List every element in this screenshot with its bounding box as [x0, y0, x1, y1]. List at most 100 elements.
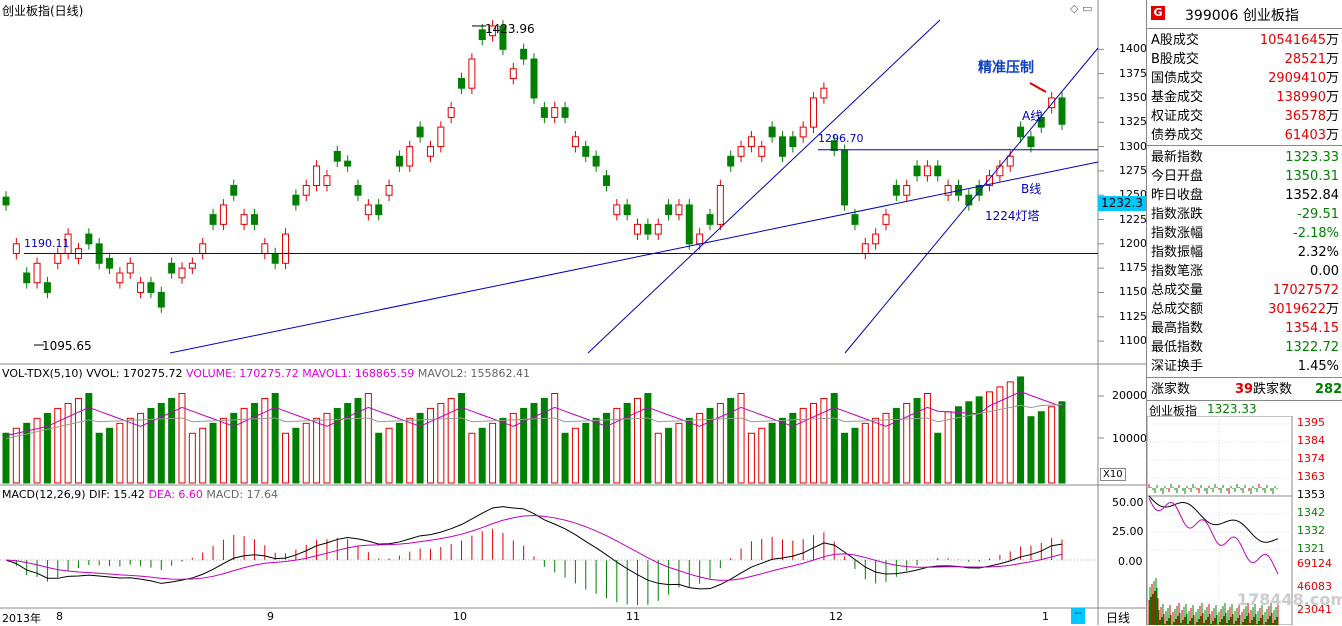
volume-bar [592, 417, 600, 484]
index-code-name: 399006 创业板指 [1185, 8, 1299, 24]
mini-vol-axis-label: 69124 [1297, 557, 1332, 570]
row-label: 债券成交 [1151, 128, 1204, 143]
row-value: 3019622万 [1268, 302, 1339, 317]
macd-name: MACD(12,26,9) [2, 488, 86, 501]
candle-body [996, 165, 1004, 177]
row-label: 基金成交 [1151, 90, 1204, 105]
chart-ctrl-icon[interactable]: ◇ ▭ [1070, 2, 1092, 15]
candle-body [354, 184, 362, 196]
row-value: -2.18% [1293, 226, 1339, 241]
vol-vvol: VVOL: 170275.72 [86, 367, 183, 380]
index-row: 指数涨幅 -2.18% [1147, 224, 1342, 243]
row-value: 61403万 [1284, 128, 1339, 143]
row-value: 138990万 [1276, 90, 1339, 105]
volume-bar [106, 427, 114, 484]
candle-body [551, 107, 559, 118]
volume-bar [302, 422, 310, 484]
candle-body [685, 204, 693, 245]
volume-bar [582, 422, 590, 484]
annotation-b-line: B线 [1021, 182, 1042, 196]
row-label: 最新指数 [1151, 150, 1204, 165]
volume-bar [499, 417, 507, 484]
volume-bar [882, 412, 890, 484]
index-row: 昨日收盘 1352.84 [1147, 186, 1342, 205]
candle-body [385, 184, 393, 196]
candle-body [333, 150, 341, 162]
candle-body [468, 58, 476, 89]
candle-body [851, 214, 859, 225]
index-row: 总成交量 17027572 [1147, 281, 1342, 300]
candle-body [861, 243, 869, 255]
candle-body [302, 184, 310, 196]
period-label[interactable]: 日线 [1106, 609, 1130, 626]
vol-name: VOL-TDX(5,10) [2, 367, 83, 380]
candle-body [841, 149, 849, 206]
volume-bar [665, 427, 673, 484]
price-axis-label: 1400 [1119, 42, 1147, 56]
time-axis-cursor[interactable]: -- [1071, 608, 1085, 624]
price-axis-label: 1175 [1119, 261, 1147, 275]
annotation-high: 1423.96 [485, 22, 535, 36]
candle-body [375, 204, 383, 216]
row-label: 指数振幅 [1151, 245, 1204, 260]
annotation-low: 1095.65 [42, 339, 92, 353]
candle-body [271, 253, 279, 264]
volume-bar [789, 412, 797, 484]
row-label: 昨日收盘 [1151, 188, 1204, 203]
candle-body [2, 196, 10, 206]
volume-bar [861, 422, 869, 484]
candle-body [1006, 155, 1014, 167]
candle-body [23, 272, 31, 284]
breadth-row: 涨家数 39 跌家数 282 [1147, 380, 1342, 399]
candle-body [261, 243, 269, 255]
volume-bar [23, 422, 31, 484]
volume-bar [323, 412, 331, 484]
volume-bar [43, 412, 51, 484]
turnover-row: 基金成交 138990万 [1147, 88, 1342, 107]
volume-bar [851, 427, 859, 484]
candle-body [571, 136, 579, 148]
candle-body [323, 175, 331, 186]
row-value: 28521万 [1284, 52, 1339, 67]
candle-body [892, 184, 900, 196]
macd-axis-50: 50.00 [1112, 496, 1144, 509]
volume-bar [406, 417, 414, 484]
row-value: 1354.15 [1285, 321, 1339, 336]
vol-mavol2: MAVOL2: 155862.41 [417, 367, 531, 380]
candle-body [696, 233, 704, 245]
row-label: 总成交额 [1151, 302, 1204, 317]
candle-body [592, 155, 600, 167]
volume-bar [395, 422, 403, 484]
index-row: 指数振幅 2.32% [1147, 243, 1342, 262]
mini-axis-label: 1353 [1297, 488, 1325, 501]
turnover-row: 权证成交 36578万 [1147, 107, 1342, 126]
vol-unit[interactable]: X10 [1100, 468, 1126, 481]
candle-body [426, 146, 434, 157]
index-row: 指数涨跌 -29.51 [1147, 205, 1342, 224]
volume-bar [768, 422, 776, 484]
candle-body [54, 253, 62, 264]
volume-bar [95, 432, 103, 484]
row-value: 10541645万 [1259, 33, 1339, 48]
watermark: 178448.com [1237, 590, 1342, 609]
candle-body [1027, 136, 1035, 148]
candle-body [106, 257, 114, 269]
candle-body [395, 155, 403, 167]
volume-bar [778, 417, 786, 484]
volume-bar [116, 422, 124, 484]
up-label: 涨家数 [1151, 382, 1191, 397]
row-label: 最高指数 [1151, 321, 1204, 336]
volume-bar [219, 417, 227, 484]
volume-bar [375, 432, 383, 484]
candle-body [126, 262, 134, 274]
volume-bar [282, 432, 290, 484]
candle-body [416, 126, 424, 138]
row-value: 1352.84 [1285, 188, 1339, 203]
main-chart[interactable] [0, 0, 1146, 625]
candle-body [716, 184, 724, 225]
macd-header: MACD(12,26,9) DIF: 15.42 DEA: 6.60 MACD:… [2, 488, 278, 501]
volume-bar [696, 412, 704, 484]
row-value: 1.45% [1297, 359, 1339, 374]
macd-axis-25: 25.00 [1112, 525, 1144, 538]
candle-body [882, 214, 890, 225]
